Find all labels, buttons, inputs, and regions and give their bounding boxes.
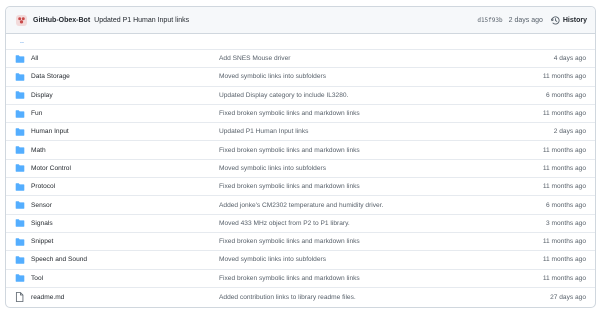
commit-age: 27 days ago xyxy=(550,293,586,301)
commit-age: 11 months ago xyxy=(542,256,586,264)
file-name-link[interactable]: Speech and Sound xyxy=(31,256,219,263)
commit-age: 11 months ago xyxy=(542,73,586,81)
file-row[interactable]: Signals Moved 433 MHz object from P2 to P… xyxy=(6,215,595,233)
commit-message-link[interactable]: Moved 433 MHz object from P2 to P1 libra… xyxy=(219,220,506,227)
commit-message-link[interactable]: Updated Display category to include IL32… xyxy=(219,92,506,99)
file-name-link[interactable]: Signals xyxy=(31,220,219,227)
folder-icon xyxy=(15,146,31,154)
folder-icon xyxy=(15,274,31,282)
file-name-link[interactable]: Fun xyxy=(31,110,219,117)
commit-age: 3 months ago xyxy=(546,219,586,227)
commit-message-link[interactable]: Fixed broken symbolic links and markdown… xyxy=(219,110,506,117)
history-label: History xyxy=(562,16,587,24)
commit-message-link[interactable]: Added contribution links to library read… xyxy=(219,294,506,301)
file-row[interactable]: Sensor Added jonke's CM2302 temperature a… xyxy=(6,196,595,215)
file-row[interactable]: Protocol Fixed broken symbolic links and … xyxy=(6,178,595,197)
file-row[interactable]: Fun Fixed broken symbolic links and markd… xyxy=(6,105,595,124)
commit-message-link[interactable]: Fixed broken symbolic links and markdown… xyxy=(219,183,506,190)
commit-message-link[interactable]: Added jonke's CM2302 temperature and hum… xyxy=(219,202,506,209)
commit-age: 11 months ago xyxy=(542,274,586,282)
folder-icon xyxy=(15,54,31,63)
commit-age: 11 months ago xyxy=(542,164,586,172)
commit-message-link[interactable]: Fixed broken symbolic links and markdown… xyxy=(219,275,506,282)
folder-icon xyxy=(15,73,31,81)
commit-age: 2 days ago xyxy=(553,128,586,136)
file-name-link[interactable]: readme.md xyxy=(31,294,219,301)
file-browser: GitHub-Obex-Bot Updated P1 Human Input l… xyxy=(5,6,596,308)
parent-directory-link[interactable]: .. xyxy=(6,34,595,50)
file-row[interactable]: Tool Fixed broken symbolic links and mark… xyxy=(6,270,595,288)
file-name-link[interactable]: Tool xyxy=(31,275,219,282)
file-name-link[interactable]: All xyxy=(31,55,219,62)
file-name-link[interactable]: Data Storage xyxy=(31,73,219,80)
bot-avatar[interactable] xyxy=(16,14,27,26)
file-row[interactable]: Motor Control Moved symbolic links into s… xyxy=(6,160,595,179)
file-row[interactable]: Data Storage Moved symbolic links into su… xyxy=(6,68,595,87)
commit-age: 11 months ago xyxy=(542,183,586,191)
folder-icon xyxy=(15,128,31,136)
commit-message-link[interactable]: Fixed broken symbolic links and markdown… xyxy=(219,147,506,154)
commit-age: 6 months ago xyxy=(546,201,586,209)
history-button[interactable]: History xyxy=(550,15,587,25)
file-icon xyxy=(15,292,31,302)
commit-message-link[interactable]: Moved symbolic links into subfolders xyxy=(219,165,506,172)
file-name-link[interactable]: Snippet xyxy=(31,238,219,245)
folder-icon xyxy=(15,164,31,173)
latest-commit-bar: GitHub-Obex-Bot Updated P1 Human Input l… xyxy=(6,7,595,34)
commit-message-link[interactable]: Fixed broken symbolic links and markdown… xyxy=(219,238,506,245)
file-name-link[interactable]: Display xyxy=(31,92,219,99)
commit-message-link[interactable]: Add SNES Mouse driver xyxy=(219,55,506,62)
file-row[interactable]: readme.md Added contribution links to lib… xyxy=(6,288,595,306)
folder-icon xyxy=(15,219,31,228)
commit-author[interactable]: GitHub-Obex-Bot xyxy=(33,17,90,24)
file-name-link[interactable]: Human Input xyxy=(31,128,219,135)
file-name-link[interactable]: Protocol xyxy=(31,183,219,190)
folder-icon xyxy=(15,109,31,118)
parent-directory-label[interactable]: .. xyxy=(20,38,24,45)
commit-age: 11 months ago xyxy=(542,110,586,118)
file-list: All Add SNES Mouse driver 4 days ago Data S… xyxy=(6,50,595,306)
file-row[interactable]: Human Input Updated P1 Human Input links 2… xyxy=(6,123,595,142)
commit-age: 11 months ago xyxy=(542,238,586,246)
commit-message-link[interactable]: Updated P1 Human Input links xyxy=(219,128,506,135)
folder-icon xyxy=(15,183,31,191)
folder-icon xyxy=(15,91,31,99)
commit-age: 2 days ago xyxy=(508,16,543,24)
folder-icon xyxy=(15,201,31,209)
file-row[interactable]: All Add SNES Mouse driver 4 days ago xyxy=(6,50,595,69)
commit-sha[interactable]: d15f93b xyxy=(477,17,502,24)
file-name-link[interactable]: Motor Control xyxy=(31,165,219,172)
commit-message-link[interactable]: Moved symbolic links into subfolders xyxy=(219,256,506,263)
file-row[interactable]: Snippet Fixed broken symbolic links and m… xyxy=(6,233,595,252)
file-name-link[interactable]: Sensor xyxy=(31,202,219,209)
bot-avatar-icon xyxy=(18,16,25,23)
folder-icon xyxy=(15,256,31,264)
commit-age: 6 months ago xyxy=(546,91,586,99)
commit-age: 4 days ago xyxy=(553,55,586,63)
file-name-link[interactable]: Math xyxy=(31,147,219,154)
history-icon xyxy=(550,15,560,25)
file-row[interactable]: Speech and Sound Moved symbolic links int… xyxy=(6,251,595,270)
file-row[interactable]: Display Updated Display category to inclu… xyxy=(6,87,595,105)
commit-message[interactable]: Updated P1 Human Input links xyxy=(94,17,189,24)
commit-message-link[interactable]: Moved symbolic links into subfolders xyxy=(219,73,506,80)
file-row[interactable]: Math Fixed broken symbolic links and mark… xyxy=(6,141,595,160)
commit-age: 11 months ago xyxy=(542,146,586,154)
folder-icon xyxy=(15,237,31,246)
